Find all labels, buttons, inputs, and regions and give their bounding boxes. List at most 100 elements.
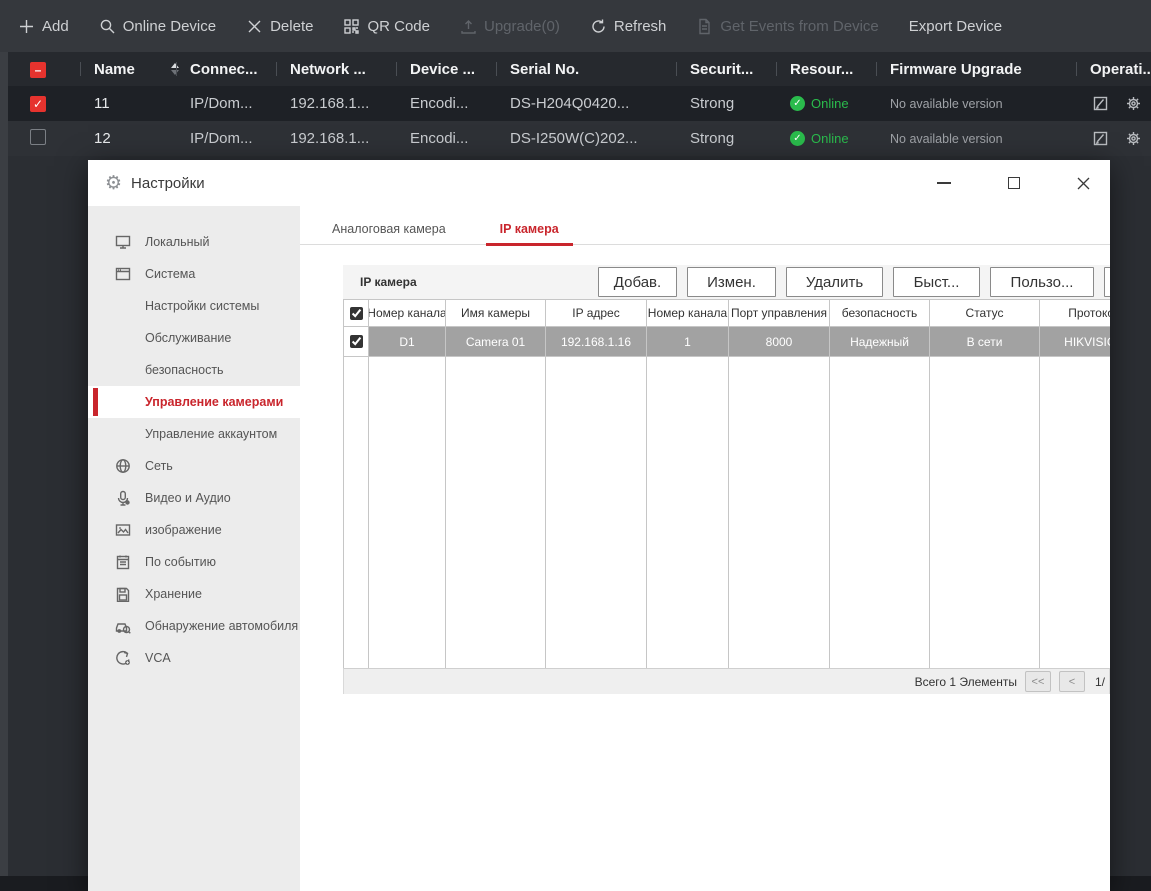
- sidebar-item-обслуживание[interactable]: Обслуживание: [88, 322, 300, 354]
- first-page-button[interactable]: <<: [1024, 671, 1051, 692]
- refresh-icon: [590, 18, 607, 35]
- camera-table-empty-column: [647, 357, 729, 668]
- toolbar-button-label: Delete: [270, 17, 314, 35]
- edit-icon[interactable]: [1092, 130, 1109, 147]
- edit-icon[interactable]: [1092, 95, 1109, 112]
- plus-icon: [18, 18, 35, 35]
- sidebar-item-система[interactable]: Система: [88, 258, 300, 290]
- device-header-checkbox-cell: –: [8, 61, 80, 78]
- device-cell-operation: [1076, 95, 1151, 112]
- device-cell-firmware: No available version: [890, 96, 1003, 111]
- sidebar-item-управление-аккаунтом[interactable]: Управление аккаунтом: [88, 418, 300, 450]
- window-icon: [115, 266, 131, 282]
- camera-action-button-3[interactable]: Удалить: [786, 267, 883, 297]
- sidebar-item-label: Обнаружение автомобиля: [145, 619, 299, 633]
- device-cell-security: Strong: [690, 95, 735, 112]
- select-all-checkbox[interactable]: –: [30, 61, 46, 78]
- sidebar-item-label: Система: [145, 267, 196, 281]
- sidebar-item-хранение[interactable]: Хранение: [88, 578, 300, 610]
- camera-row-checkbox-cell: [343, 327, 369, 357]
- device-column-header-label: Connec...: [190, 60, 258, 78]
- camera-column-header: Номер канала: [647, 300, 729, 327]
- camera-column-header: Порт управления: [729, 300, 830, 327]
- camera-tabs: Аналоговая камера IP камера: [300, 214, 1110, 246]
- minimize-button[interactable]: [935, 175, 952, 192]
- qr-icon: [343, 18, 360, 35]
- settings-gear-icon: ⚙: [105, 172, 123, 194]
- toolbar-button-qr-code[interactable]: QR Code: [343, 18, 430, 35]
- sidebar-item-безопасность[interactable]: безопасность: [88, 354, 300, 386]
- camera-table-empty-column: [729, 357, 830, 668]
- sidebar-item-сеть[interactable]: Сеть: [88, 450, 300, 482]
- toolbar-button-label: Online Device: [122, 17, 217, 35]
- microphone-icon: [115, 490, 131, 506]
- sidebar-item-локальный[interactable]: Локальный: [88, 226, 300, 258]
- vca-icon: [115, 650, 131, 666]
- device-row-checkbox[interactable]: [30, 128, 46, 145]
- camera-column-header: Номер канала: [369, 300, 446, 327]
- toolbar-button-upgrade-0-[interactable]: Upgrade(0): [460, 18, 560, 35]
- camera-cell-ip: 192.168.1.16: [546, 327, 647, 357]
- app-left-margin: [0, 52, 8, 876]
- sidebar-item-label: Сеть: [145, 459, 173, 473]
- device-cell-name: 12: [94, 130, 111, 147]
- upload-icon: [460, 18, 477, 35]
- toolbar-button-get-events-from-device[interactable]: Get Events from Device: [696, 18, 879, 35]
- section-title: IP камера: [360, 275, 417, 289]
- device-cell-resource: ✓ Online: [776, 131, 876, 146]
- camera-column-header: Протокол: [1040, 300, 1110, 327]
- device-table-header: – Name Connec... Network ... Device ... Seria…: [8, 52, 1151, 86]
- maximize-button[interactable]: [1005, 175, 1022, 192]
- sidebar-item-управление-камерами[interactable]: Управление камерами: [88, 386, 300, 418]
- camera-cell-status: В сети: [930, 327, 1040, 357]
- sidebar-item-vca[interactable]: VCA: [88, 642, 300, 674]
- camera-action-button-1[interactable]: Добав.: [598, 267, 677, 297]
- device-table: – Name Connec... Network ... Device ... Seria…: [8, 52, 1151, 156]
- sidebar-item-по-событию[interactable]: По событию: [88, 546, 300, 578]
- camera-table-empty-column: [830, 357, 930, 668]
- device-row[interactable]: ✓ 11 IP/Dom... 192.168.1... Encodi... DS-H204…: [8, 86, 1151, 121]
- device-column-header: Connec...: [176, 52, 276, 86]
- device-column-header: Name: [80, 52, 179, 86]
- sidebar-item-label: VCA: [145, 651, 171, 665]
- camera-header-checkbox-cell: [343, 300, 369, 327]
- online-status-label: Online: [811, 131, 849, 146]
- prev-page-button[interactable]: <: [1058, 671, 1085, 692]
- camera-row[interactable]: D1 Camera 01 192.168.1.16 1 8000 Надежный В се…: [343, 327, 1110, 357]
- device-column-header-label: Firmware Upgrade: [890, 60, 1022, 78]
- camera-row-checkbox[interactable]: [349, 335, 363, 348]
- settings-content: Аналоговая камера IP камера IP камера Доб…: [300, 206, 1110, 891]
- camera-select-all-checkbox[interactable]: [349, 306, 363, 320]
- top-toolbar: Add Online Device Delete QR Code Upgrade(0) R…: [0, 0, 1151, 52]
- sidebar-item-изображение[interactable]: изображение: [88, 514, 300, 546]
- search-icon: [99, 18, 116, 35]
- device-cell-operation: [1076, 130, 1151, 147]
- gear-icon[interactable]: [1125, 95, 1142, 112]
- camera-action-button-5[interactable]: Пользо...: [990, 267, 1094, 297]
- gear-icon[interactable]: [1125, 130, 1142, 147]
- close-button[interactable]: [1075, 175, 1092, 192]
- toolbar-button-add[interactable]: Add: [18, 18, 69, 35]
- toolbar-button-online-device[interactable]: Online Device: [99, 18, 216, 35]
- device-row-checkbox-cell: ✓: [8, 95, 80, 112]
- camera-action-button-clipped[interactable]: [1104, 267, 1110, 297]
- sidebar-item-настройки-системы[interactable]: Настройки системы: [88, 290, 300, 322]
- device-row[interactable]: 12 IP/Dom... 192.168.1... Encodi... DS-I250W…: [8, 121, 1151, 156]
- toolbar-button-refresh[interactable]: Refresh: [590, 18, 666, 35]
- toolbar-button-export-device[interactable]: Export Device: [909, 18, 1002, 35]
- device-row-checkbox[interactable]: ✓: [30, 96, 46, 112]
- toolbar-button-label: Add: [42, 17, 69, 35]
- sidebar-item-обнаружение-автомобиля[interactable]: Обнаружение автомобиля: [88, 610, 300, 642]
- sidebar-item-label: Управление аккаунтом: [145, 427, 278, 441]
- camera-action-button-4[interactable]: Быст...: [893, 267, 980, 297]
- sidebar-item-видео-и-аудио[interactable]: Видео и Аудио: [88, 482, 300, 514]
- tab-ip-камера[interactable]: IP камера: [485, 214, 573, 246]
- camera-table-header: Номер канала Имя камеры IP адрес Номер кана…: [343, 300, 1110, 327]
- toolbar-button-delete[interactable]: Delete: [246, 18, 313, 35]
- device-column-header-label: Securit...: [690, 60, 754, 78]
- close-icon: [246, 18, 263, 35]
- tab-аналоговая-камера[interactable]: Аналоговая камера: [330, 214, 448, 244]
- camera-table-empty-column: [446, 357, 546, 668]
- camera-action-button-2[interactable]: Измен.: [687, 267, 776, 297]
- device-column-header: Securit...: [676, 52, 776, 86]
